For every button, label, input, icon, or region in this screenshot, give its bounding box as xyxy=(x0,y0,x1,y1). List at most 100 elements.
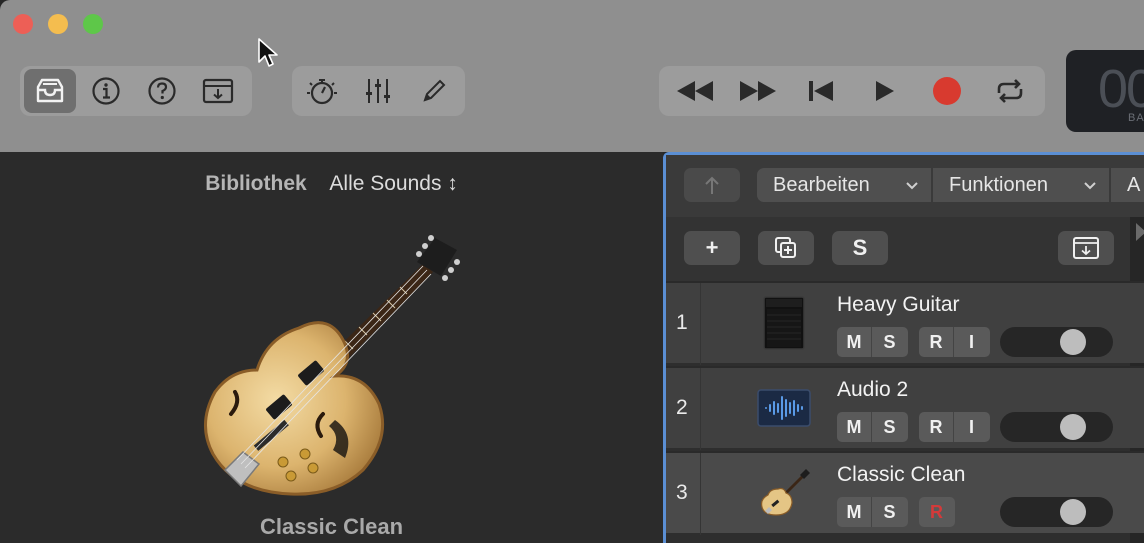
add-track-label: + xyxy=(705,235,719,260)
editor-button[interactable] xyxy=(408,69,460,113)
mute-solo-group: M S xyxy=(837,412,908,442)
tracks-menubar: Bearbeiten Funktionen A xyxy=(666,155,1144,217)
chevron-down-icon xyxy=(1084,182,1096,190)
mute-solo-group: M S xyxy=(837,327,908,357)
download-icon xyxy=(202,78,234,104)
info-button[interactable] xyxy=(80,69,132,113)
solo-mode-label: S xyxy=(852,235,868,260)
volume-slider[interactable] xyxy=(1000,327,1113,357)
mute-button[interactable]: M xyxy=(837,412,872,442)
save-to-button[interactable] xyxy=(192,69,244,113)
more-menu[interactable]: A xyxy=(1111,168,1144,202)
metronome-icon xyxy=(307,79,337,105)
volume-slider-knob[interactable] xyxy=(1060,414,1087,440)
rewind-button[interactable] xyxy=(667,69,722,113)
go-to-start-icon xyxy=(808,81,833,101)
library-pane: Bibliothek Alle Sounds ↕ Classic Clean xyxy=(0,152,663,543)
record-icon xyxy=(932,77,961,105)
mixer-button[interactable] xyxy=(352,69,404,113)
fast-forward-button[interactable] xyxy=(730,69,785,113)
playhead-triangle-icon xyxy=(1136,223,1144,241)
track-number-cell: 1 xyxy=(666,283,701,365)
chevron-down-icon xyxy=(906,182,918,190)
record-button[interactable] xyxy=(919,69,974,113)
volume-slider-knob[interactable] xyxy=(1060,499,1087,525)
track-row-selected[interactable]: 3 Classic Clean M S R xyxy=(666,451,1144,535)
minimize-window-button[interactable] xyxy=(48,14,68,34)
track-row[interactable]: 1 Heavy Guitar M S R I xyxy=(666,281,1144,365)
solo-button[interactable]: S xyxy=(872,497,907,527)
library-header: Bibliothek Alle Sounds ↕ xyxy=(0,172,663,196)
track-number: 2 xyxy=(676,396,688,419)
maximize-window-button[interactable] xyxy=(83,14,103,34)
tracks-toolrow: + S xyxy=(666,217,1144,281)
record-enable-button[interactable]: R xyxy=(919,497,954,527)
cycle-icon xyxy=(997,79,1022,103)
tracks-pane: Bearbeiten Funktionen A + S 1 Heavy Guit… xyxy=(663,152,1144,543)
track-name: Audio 2 xyxy=(837,378,909,401)
library-icon xyxy=(36,78,64,103)
duplicate-icon xyxy=(775,237,796,258)
library-title: Bibliothek xyxy=(205,172,307,195)
input-monitor-button[interactable]: I xyxy=(954,412,989,442)
track-name: Heavy Guitar xyxy=(837,293,960,316)
arrow-up-left-icon xyxy=(705,176,719,194)
lcd-digits: 00 xyxy=(1098,59,1144,119)
guitar-image-icon xyxy=(203,235,460,496)
volume-slider[interactable] xyxy=(1000,497,1113,527)
input-monitor-button[interactable]: I xyxy=(954,327,989,357)
rewind-icon xyxy=(676,81,713,101)
mouse-cursor-icon xyxy=(258,38,278,67)
help-button[interactable] xyxy=(136,69,188,113)
library-filter-popup[interactable]: Alle Sounds ↕ xyxy=(329,172,457,195)
go-to-start-button[interactable] xyxy=(793,69,848,113)
waveform-icon xyxy=(757,389,811,427)
help-icon xyxy=(148,77,176,105)
back-button[interactable] xyxy=(684,168,740,202)
track-number-cell: 2 xyxy=(666,368,701,450)
record-enable-button[interactable]: R xyxy=(919,412,954,442)
track-row[interactable]: 2 Audio 2 M S R I xyxy=(666,366,1144,450)
play-icon xyxy=(875,81,894,101)
mute-button[interactable]: M xyxy=(837,497,872,527)
transport-controls xyxy=(659,66,1045,116)
edit-menu-label: Bearbeiten xyxy=(773,173,870,196)
edit-menu[interactable]: Bearbeiten xyxy=(757,168,931,202)
mute-solo-group: M S xyxy=(837,497,908,527)
guitar-icon xyxy=(761,469,810,516)
metronome-button[interactable] xyxy=(296,69,348,113)
duplicate-track-button[interactable] xyxy=(758,231,814,265)
functions-menu-label: Funktionen xyxy=(949,173,1048,196)
solo-button[interactable]: S xyxy=(872,327,907,357)
close-window-button[interactable] xyxy=(13,14,33,34)
track-number: 3 xyxy=(676,481,688,504)
track-number: 1 xyxy=(676,311,688,334)
more-menu-label: A xyxy=(1127,173,1141,196)
library-button[interactable] xyxy=(24,69,76,113)
record-input-group: R I xyxy=(919,412,990,442)
pencil-icon xyxy=(423,79,446,102)
control-bar: 00 BA xyxy=(0,0,1144,152)
amp-icon xyxy=(763,296,805,350)
solo-button[interactable]: S xyxy=(872,412,907,442)
cycle-button[interactable] xyxy=(982,69,1037,113)
record-enable-button[interactable]: R xyxy=(919,327,954,357)
solo-mode-button[interactable]: S xyxy=(832,231,888,265)
volume-slider[interactable] xyxy=(1000,412,1113,442)
lcd-label: BA xyxy=(1128,112,1144,124)
view-buttons-group xyxy=(20,66,252,116)
fast-forward-icon xyxy=(739,81,776,101)
download-button[interactable] xyxy=(1058,231,1114,265)
tools-buttons-group xyxy=(292,66,465,116)
mixer-icon xyxy=(366,79,390,103)
library-instrument-name: Classic Clean xyxy=(259,514,404,539)
mute-button[interactable]: M xyxy=(837,327,872,357)
info-icon xyxy=(92,77,120,105)
volume-slider-knob[interactable] xyxy=(1060,329,1087,355)
play-button[interactable] xyxy=(856,69,911,113)
functions-menu[interactable]: Funktionen xyxy=(933,168,1109,202)
record-input-group: R I xyxy=(919,327,990,357)
track-number-cell: 3 xyxy=(666,453,701,535)
lcd-display[interactable]: 00 BA xyxy=(1066,50,1144,132)
add-track-button[interactable]: + xyxy=(684,231,740,265)
